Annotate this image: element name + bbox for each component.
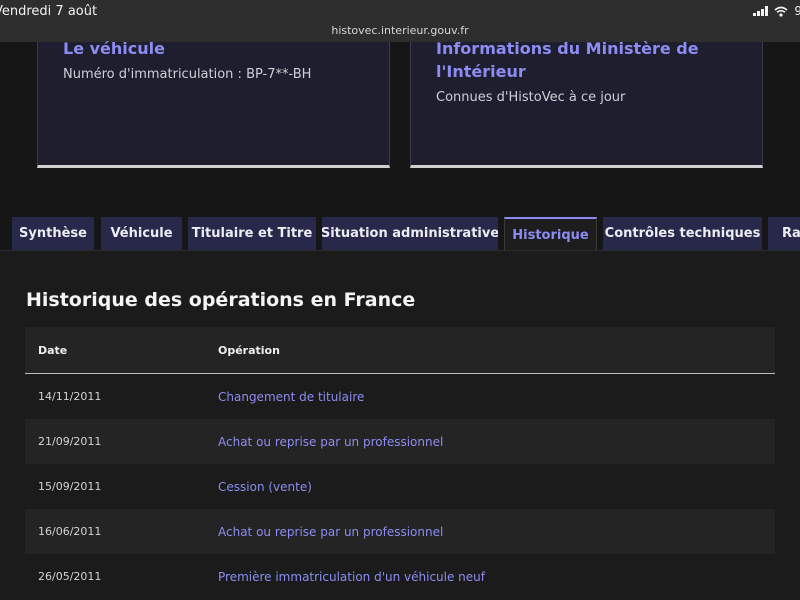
row-date: 15/09/2011: [38, 480, 102, 493]
tab-historique[interactable]: Historique: [504, 217, 597, 251]
wifi-icon: [774, 6, 788, 17]
tab-situation-administrative[interactable]: Situation administrative: [322, 217, 498, 250]
table-row: 16/06/2011 Achat ou reprise par un profe…: [25, 509, 775, 554]
tab-rapport[interactable]: Rap: [768, 217, 800, 250]
registration-number: Numéro d'immatriculation : BP-7**-BH: [63, 67, 312, 82]
table-row: 15/09/2011 Cession (vente): [25, 464, 775, 509]
status-date: Vendredi 7 août: [0, 4, 98, 19]
table-row: 26/05/2011 Première immatriculation d'un…: [25, 554, 775, 599]
tab-controles-techniques[interactable]: Contrôles techniques: [603, 217, 762, 250]
row-date: 21/09/2011: [38, 435, 102, 448]
tab-vehicule[interactable]: Véhicule: [101, 217, 182, 250]
column-header-operation: Opération: [218, 344, 280, 357]
row-operation-link[interactable]: Changement de titulaire: [218, 390, 364, 404]
row-operation-link[interactable]: Achat ou reprise par un professionnel: [218, 435, 443, 449]
ministry-card-subtitle: Connues d'HistoVec à ce jour: [436, 90, 626, 105]
row-operation-link[interactable]: Première immatriculation d'un véhicule n…: [218, 570, 485, 584]
signal-icon: [753, 6, 769, 16]
table-row: 14/11/2011 Changement de titulaire: [25, 374, 775, 419]
table-row: 21/09/2011 Achat ou reprise par un profe…: [25, 419, 775, 464]
row-date: 16/06/2011: [38, 525, 102, 538]
battery-percent: 9: [794, 4, 800, 18]
tab-bar: Synthèse Véhicule Titulaire et Titre Sit…: [0, 217, 800, 251]
history-panel: Historique des opérations en France Date…: [0, 250, 800, 600]
vehicle-card-title: Le véhicule: [63, 39, 165, 58]
history-table: Date Opération 14/11/2011 Changement de …: [25, 327, 775, 599]
row-date: 26/05/2011: [38, 570, 102, 583]
row-date: 14/11/2011: [38, 390, 102, 403]
status-indicators: 9: [753, 4, 800, 18]
row-operation-link[interactable]: Cession (vente): [218, 480, 312, 494]
history-title: Historique des opérations en France: [26, 289, 416, 311]
vehicle-card: Le véhicule Numéro d'immatriculation : B…: [37, 39, 390, 168]
address-bar[interactable]: histovec.interieur.gouv.fr: [0, 24, 800, 37]
column-header-date: Date: [38, 344, 68, 357]
status-bar: Vendredi 7 août 9 histovec.interieur.gou…: [0, 0, 800, 42]
tab-titulaire[interactable]: Titulaire et Titre: [188, 217, 316, 250]
screen: Vendredi 7 août 9 histovec.interieur.gou…: [0, 0, 800, 600]
ministry-card-title: Informations du Ministère de l'Intérieur: [436, 39, 699, 81]
tab-synthese[interactable]: Synthèse: [12, 217, 94, 250]
ministry-card: Informations du Ministère de l'Intérieur…: [410, 39, 763, 168]
table-header: Date Opération: [25, 327, 775, 374]
row-operation-link[interactable]: Achat ou reprise par un professionnel: [218, 525, 443, 539]
